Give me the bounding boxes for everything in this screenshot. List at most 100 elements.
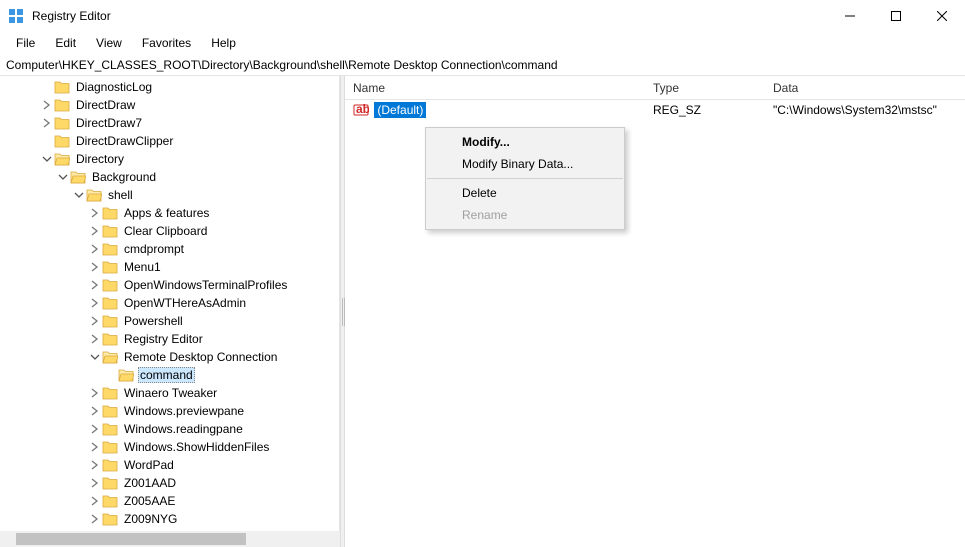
tree-node-label: cmdprompt xyxy=(122,242,186,256)
expander-icon[interactable] xyxy=(88,224,102,238)
folder-icon xyxy=(102,278,118,292)
tree-node[interactable]: Menu1 xyxy=(0,258,339,276)
context-menu-delete[interactable]: Delete xyxy=(426,182,624,204)
tree-node-label: Powershell xyxy=(122,314,185,328)
tree-node-label: Directory xyxy=(74,152,126,166)
expander-icon[interactable] xyxy=(88,422,102,436)
tree-node[interactable]: DirectDraw xyxy=(0,96,339,114)
tree-node[interactable]: Background xyxy=(0,168,339,186)
context-menu: Modify... Modify Binary Data... Delete R… xyxy=(425,127,625,230)
folder-icon xyxy=(102,314,118,328)
svg-text:ab: ab xyxy=(356,102,369,116)
folder-icon xyxy=(102,494,118,508)
tree-node-label: WordPad xyxy=(122,458,176,472)
menu-edit[interactable]: Edit xyxy=(47,34,84,52)
tree-node[interactable]: Registry Editor xyxy=(0,330,339,348)
tree-node-label: Winaero Tweaker xyxy=(122,386,219,400)
tree-node[interactable]: Windows.previewpane xyxy=(0,402,339,420)
tree-node[interactable]: Z005AAE xyxy=(0,492,339,510)
folder-icon xyxy=(102,224,118,238)
titlebar: Registry Editor xyxy=(0,0,965,32)
column-header-data[interactable]: Data xyxy=(765,81,965,95)
tree-node[interactable]: WordPad xyxy=(0,456,339,474)
folder-icon xyxy=(54,152,70,166)
list-row[interactable]: ab (Default) REG_SZ "C:\Windows\System32… xyxy=(345,100,965,120)
expander-icon[interactable] xyxy=(88,350,102,364)
tree-node[interactable]: DiagnosticLog xyxy=(0,78,339,96)
maximize-button[interactable] xyxy=(873,0,919,32)
window-controls xyxy=(827,0,965,32)
expander-icon[interactable] xyxy=(88,242,102,256)
address-bar[interactable]: Computer\HKEY_CLASSES_ROOT\Directory\Bac… xyxy=(0,54,965,76)
context-menu-separator xyxy=(427,178,623,179)
tree-node[interactable]: Remote Desktop Connection xyxy=(0,348,339,366)
tree-pane[interactable]: DiagnosticLog DirectDraw DirectDraw7 Dir… xyxy=(0,76,340,547)
expander-icon[interactable] xyxy=(40,80,54,94)
menu-file[interactable]: File xyxy=(8,34,43,52)
expander-icon[interactable] xyxy=(88,332,102,346)
expander-icon[interactable] xyxy=(88,296,102,310)
expander-icon[interactable] xyxy=(88,512,102,526)
expander-icon[interactable] xyxy=(104,368,118,382)
tree-node[interactable]: Z001AAD xyxy=(0,474,339,492)
expander-icon[interactable] xyxy=(56,170,70,184)
menu-view[interactable]: View xyxy=(88,34,130,52)
menu-favorites[interactable]: Favorites xyxy=(134,34,199,52)
tree-node[interactable]: Winaero Tweaker xyxy=(0,384,339,402)
tree-node-label: OpenWTHereAsAdmin xyxy=(122,296,248,310)
expander-icon[interactable] xyxy=(88,494,102,508)
app-icon xyxy=(8,8,24,24)
expander-icon[interactable] xyxy=(40,98,54,112)
tree-node[interactable]: Windows.readingpane xyxy=(0,420,339,438)
tree-node[interactable]: Directory xyxy=(0,150,339,168)
tree-node-label: DirectDraw xyxy=(74,98,137,112)
tree-node[interactable]: DirectDrawClipper xyxy=(0,132,339,150)
minimize-button[interactable] xyxy=(827,0,873,32)
tree-node-label: shell xyxy=(106,188,135,202)
expander-icon[interactable] xyxy=(88,440,102,454)
folder-icon xyxy=(102,440,118,454)
folder-icon xyxy=(54,98,70,112)
expander-icon[interactable] xyxy=(40,134,54,148)
close-button[interactable] xyxy=(919,0,965,32)
tree-node[interactable]: DirectDraw7 xyxy=(0,114,339,132)
tree-node[interactable]: shell xyxy=(0,186,339,204)
expander-icon[interactable] xyxy=(72,188,86,202)
expander-icon[interactable] xyxy=(88,404,102,418)
tree-node[interactable]: Powershell xyxy=(0,312,339,330)
tree-node[interactable]: Windows.ShowHiddenFiles xyxy=(0,438,339,456)
tree-node-label: Z001AAD xyxy=(122,476,178,490)
scrollbar-thumb[interactable] xyxy=(16,533,246,545)
tree-node[interactable]: Apps & features xyxy=(0,204,339,222)
context-menu-modify-binary[interactable]: Modify Binary Data... xyxy=(426,153,624,175)
expander-icon[interactable] xyxy=(40,152,54,166)
tree-node[interactable]: Z009NYG xyxy=(0,510,339,528)
expander-icon[interactable] xyxy=(88,314,102,328)
tree-node[interactable]: OpenWindowsTerminalProfiles xyxy=(0,276,339,294)
column-header-type[interactable]: Type xyxy=(645,81,765,95)
menu-help[interactable]: Help xyxy=(203,34,244,52)
horizontal-scrollbar[interactable] xyxy=(0,531,340,547)
expander-icon[interactable] xyxy=(88,458,102,472)
expander-icon[interactable] xyxy=(88,260,102,274)
tree-node[interactable]: cmdprompt xyxy=(0,240,339,258)
menubar: File Edit View Favorites Help xyxy=(0,32,965,54)
value-name-cell: ab (Default) xyxy=(345,102,645,119)
column-header-name[interactable]: Name xyxy=(345,81,645,95)
folder-icon xyxy=(54,134,70,148)
tree-node[interactable]: Clear Clipboard xyxy=(0,222,339,240)
expander-icon[interactable] xyxy=(88,278,102,292)
folder-icon xyxy=(102,512,118,526)
tree-node-label: OpenWindowsTerminalProfiles xyxy=(122,278,289,292)
folder-icon xyxy=(102,422,118,436)
expander-icon[interactable] xyxy=(88,206,102,220)
context-menu-modify[interactable]: Modify... xyxy=(426,131,624,153)
expander-icon[interactable] xyxy=(88,476,102,490)
tree-node-label: Windows.ShowHiddenFiles xyxy=(122,440,271,454)
expander-icon[interactable] xyxy=(88,386,102,400)
tree-node[interactable]: command xyxy=(0,366,339,384)
expander-icon[interactable] xyxy=(40,116,54,130)
tree-node-label: DiagnosticLog xyxy=(74,80,154,94)
tree-node[interactable]: OpenWTHereAsAdmin xyxy=(0,294,339,312)
folder-icon xyxy=(102,458,118,472)
